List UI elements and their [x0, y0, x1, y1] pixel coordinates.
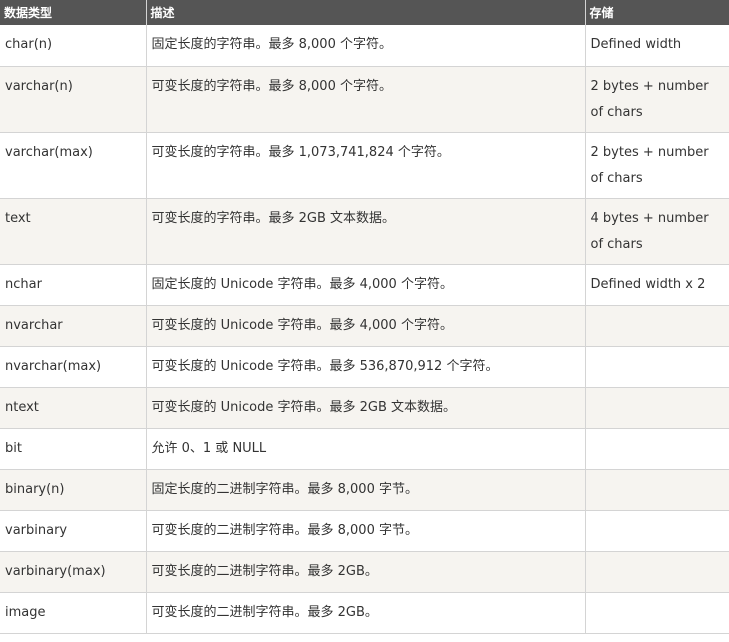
cell-description: 固定长度的 Unicode 字符串。最多 4,000 个字符。	[146, 264, 586, 306]
cell-type: image	[0, 592, 147, 634]
table-row: nchar 固定长度的 Unicode 字符串。最多 4,000 个字符。 De…	[0, 264, 729, 306]
table-row: varchar(n) 可变长度的字符串。最多 8,000 个字符。 2 byte…	[0, 66, 729, 133]
table-header-row: 数据类型 描述 存储	[0, 0, 729, 25]
cell-storage	[585, 305, 729, 347]
table-row: text 可变长度的字符串。最多 2GB 文本数据。 4 bytes + num…	[0, 198, 729, 265]
cell-type: varchar(max)	[0, 132, 147, 199]
table-row: varchar(max) 可变长度的字符串。最多 1,073,741,824 个…	[0, 132, 729, 199]
table-row: char(n) 固定长度的字符串。最多 8,000 个字符。 Defined w…	[0, 25, 729, 67]
table-row: binary(n) 固定长度的二进制字符串。最多 8,000 字节。	[0, 469, 729, 511]
cell-description: 可变长度的二进制字符串。最多 2GB。	[146, 551, 586, 593]
table-row: varbinary(max) 可变长度的二进制字符串。最多 2GB。	[0, 551, 729, 593]
cell-type: nvarchar(max)	[0, 346, 147, 388]
table-row: varbinary 可变长度的二进制字符串。最多 8,000 字节。	[0, 510, 729, 552]
cell-storage	[585, 592, 729, 634]
table-row: nvarchar(max) 可变长度的 Unicode 字符串。最多 536,8…	[0, 346, 729, 388]
header-storage: 存储	[585, 0, 729, 25]
cell-description: 可变长度的字符串。最多 1,073,741,824 个字符。	[146, 132, 586, 199]
cell-type: text	[0, 198, 147, 265]
cell-description: 允许 0、1 或 NULL	[146, 428, 586, 470]
cell-storage	[585, 510, 729, 552]
cell-description: 可变长度的 Unicode 字符串。最多 4,000 个字符。	[146, 305, 586, 347]
cell-type: ntext	[0, 387, 147, 429]
cell-description: 可变长度的二进制字符串。最多 8,000 字节。	[146, 510, 586, 552]
table-row: ntext 可变长度的 Unicode 字符串。最多 2GB 文本数据。	[0, 387, 729, 429]
cell-description: 可变长度的 Unicode 字符串。最多 2GB 文本数据。	[146, 387, 586, 429]
cell-description: 可变长度的字符串。最多 8,000 个字符。	[146, 66, 586, 133]
cell-storage	[585, 551, 729, 593]
cell-type: varbinary(max)	[0, 551, 147, 593]
cell-description: 固定长度的二进制字符串。最多 8,000 字节。	[146, 469, 586, 511]
cell-type: binary(n)	[0, 469, 147, 511]
cell-type: varchar(n)	[0, 66, 147, 133]
cell-type: nchar	[0, 264, 147, 306]
cell-description: 可变长度的字符串。最多 2GB 文本数据。	[146, 198, 586, 265]
header-description: 描述	[146, 0, 586, 25]
header-data-type: 数据类型	[0, 0, 147, 25]
cell-description: 可变长度的二进制字符串。最多 2GB。	[146, 592, 586, 634]
cell-storage: 2 bytes + number of chars	[585, 132, 729, 199]
table-row: bit 允许 0、1 或 NULL	[0, 428, 729, 470]
cell-storage	[585, 469, 729, 511]
table-row: image 可变长度的二进制字符串。最多 2GB。	[0, 592, 729, 634]
cell-description: 可变长度的 Unicode 字符串。最多 536,870,912 个字符。	[146, 346, 586, 388]
cell-type: char(n)	[0, 25, 147, 67]
cell-storage: Defined width	[585, 25, 729, 67]
table-row: nvarchar 可变长度的 Unicode 字符串。最多 4,000 个字符。	[0, 305, 729, 347]
cell-storage	[585, 428, 729, 470]
cell-storage: Defined width x 2	[585, 264, 729, 306]
cell-type: bit	[0, 428, 147, 470]
cell-storage	[585, 387, 729, 429]
cell-storage: 2 bytes + number of chars	[585, 66, 729, 133]
cell-storage: 4 bytes + number of chars	[585, 198, 729, 265]
cell-description: 固定长度的字符串。最多 8,000 个字符。	[146, 25, 586, 67]
cell-storage	[585, 346, 729, 388]
cell-type: nvarchar	[0, 305, 147, 347]
cell-type: varbinary	[0, 510, 147, 552]
data-types-table: 数据类型 描述 存储 char(n) 固定长度的字符串。最多 8,000 个字符…	[0, 0, 729, 634]
